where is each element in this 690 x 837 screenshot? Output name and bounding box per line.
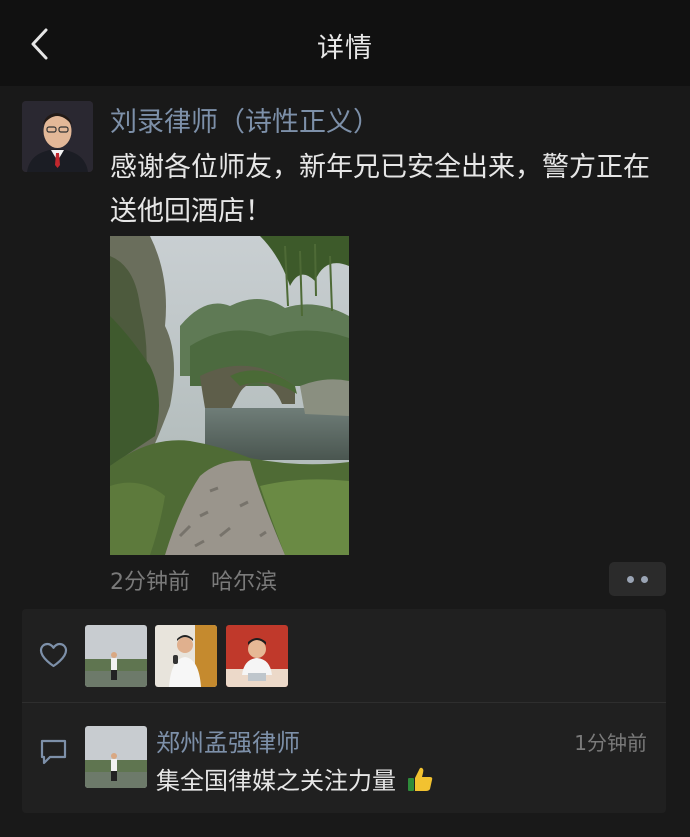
page-title: 详情 <box>317 33 373 64</box>
interaction-panel: 郑州孟强律师 1分钟前 集全国律媒之关注力量 <box>22 609 666 813</box>
like-avatar-1[interactable] <box>85 625 147 687</box>
nav-bar: 详情 <box>0 0 690 86</box>
thumbs-up-icon <box>407 767 432 791</box>
author-name[interactable]: 刘录律师（诗性正义） <box>110 100 380 139</box>
commenter-avatar[interactable] <box>85 726 147 788</box>
like-avatar-2[interactable] <box>155 625 217 687</box>
like-avatar-1-image <box>85 625 147 687</box>
post-location[interactable]: 哈尔滨 <box>211 570 277 595</box>
heart-icon <box>39 642 68 668</box>
author-avatar-image <box>22 101 93 172</box>
like-avatar-3[interactable] <box>226 625 288 687</box>
post-time: 2分钟前 <box>110 570 190 595</box>
commenter-name[interactable]: 郑州孟强律师 <box>156 723 300 758</box>
author-avatar[interactable] <box>22 101 93 172</box>
like-avatar-3-image <box>226 625 288 687</box>
more-dots-icon[interactable] <box>609 562 666 596</box>
likes-row <box>22 609 666 702</box>
dot <box>627 575 634 583</box>
post-text: 感谢各位师友，新年兄已安全出来，警方正在送他回酒店！ <box>110 152 650 227</box>
comment-item[interactable]: 郑州孟强律师 1分钟前 集全国律媒之关注力量 <box>22 703 666 813</box>
dot <box>641 575 648 583</box>
landscape-photo <box>110 236 349 555</box>
comment-text: 集全国律媒之关注力量 <box>156 761 434 796</box>
post-photo[interactable] <box>110 236 349 555</box>
comment-icon <box>40 739 67 765</box>
post-meta: 2分钟前 哈尔滨 <box>110 564 277 596</box>
moment-detail: 刘录律师（诗性正义） 感谢各位师友，新年兄已安全出来，警方正在送他回酒店！ 2分… <box>0 86 690 837</box>
comment-text-body: 集全国律媒之关注力量 <box>156 767 396 795</box>
comment-time: 1分钟前 <box>574 731 647 755</box>
like-avatar-2-image <box>155 625 217 687</box>
commenter-avatar-image <box>85 726 147 788</box>
